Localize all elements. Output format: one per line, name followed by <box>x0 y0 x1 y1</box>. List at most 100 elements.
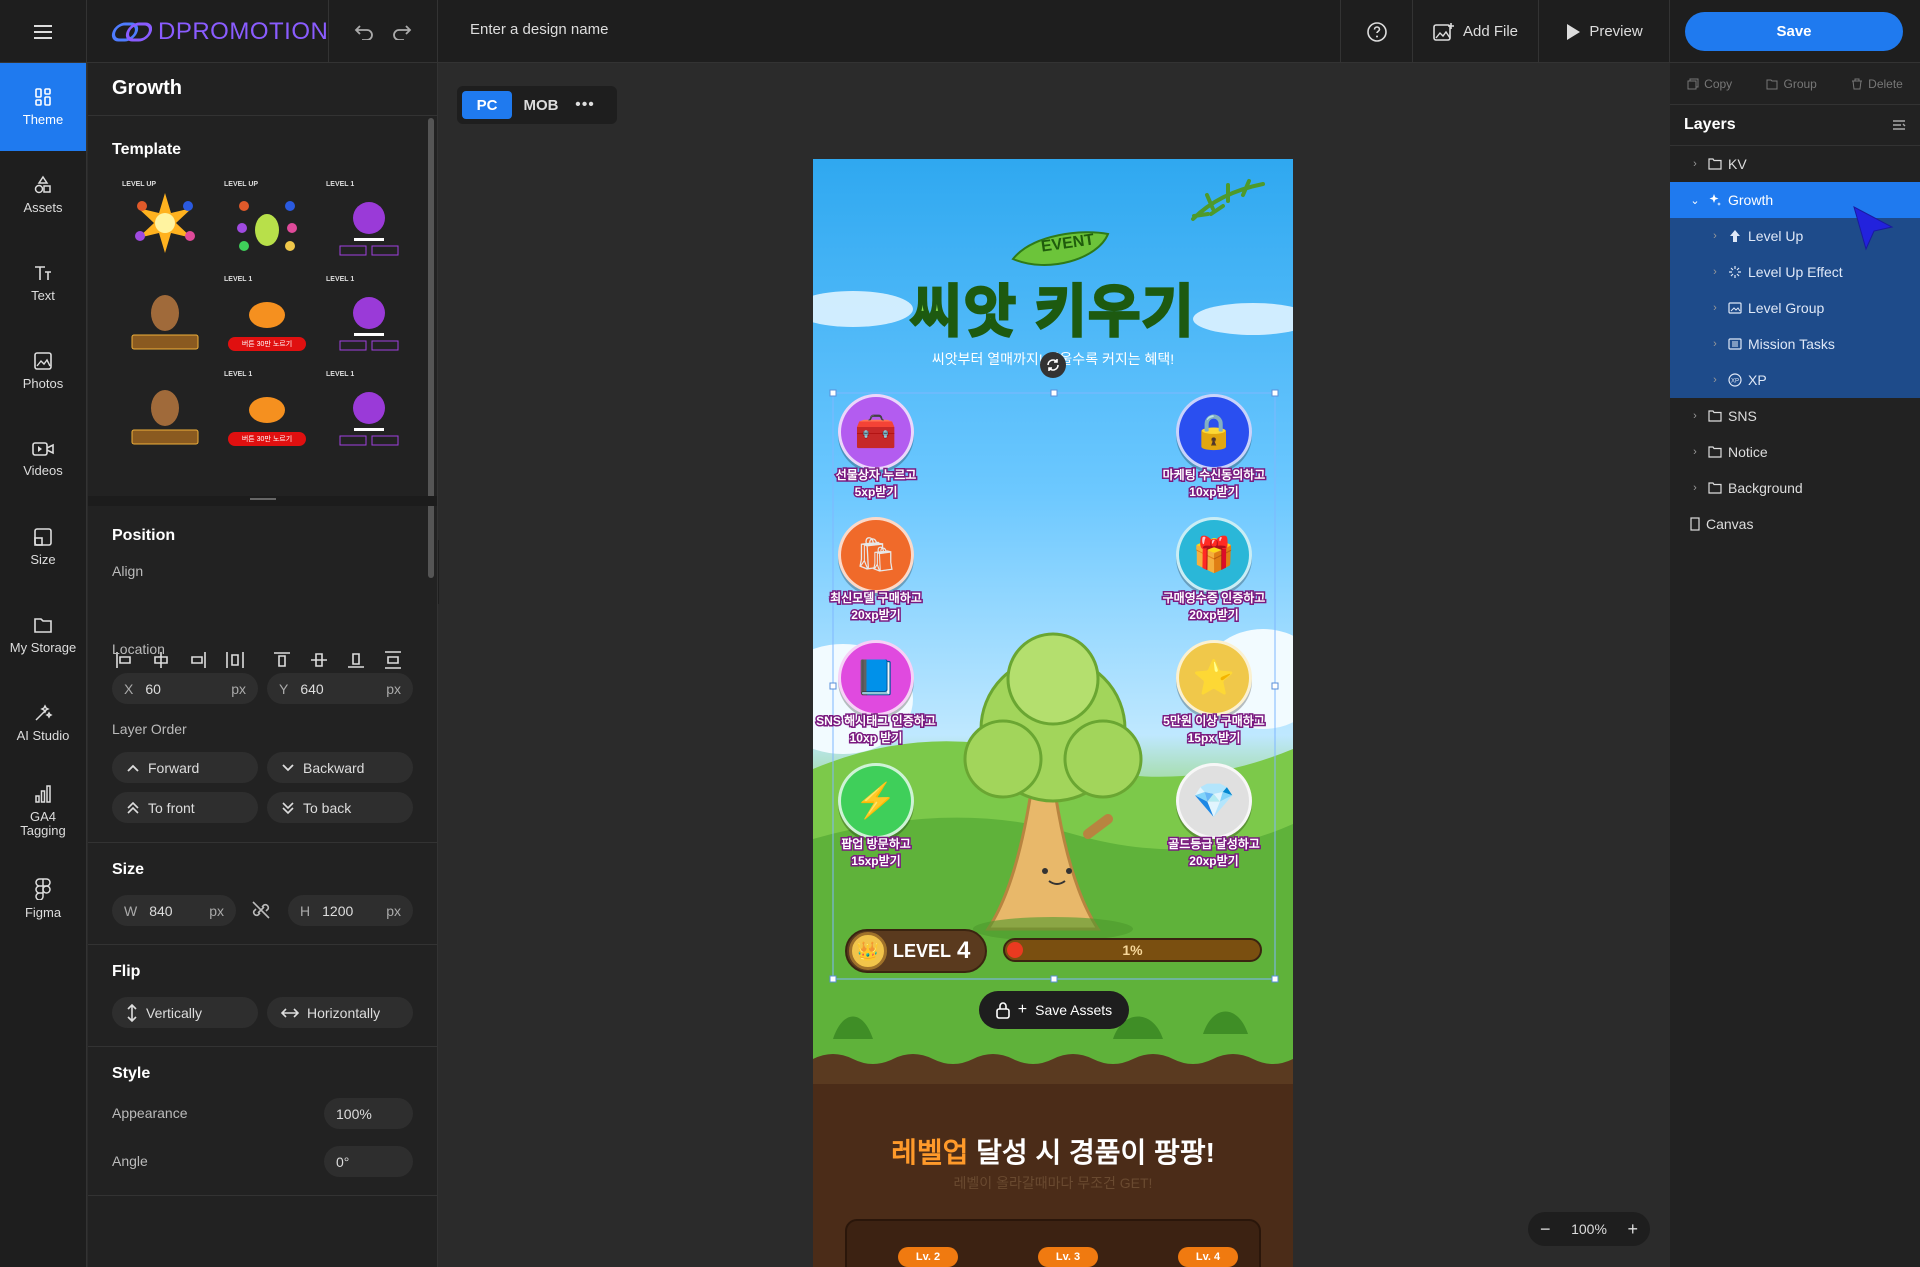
template-tile[interactable]: 버튼 30만 노르기 LEVEL 1 <box>220 270 314 365</box>
mission-item[interactable]: ⭐ 5만원 이상 구매하고 15px 받기 <box>1149 640 1279 747</box>
mission-item[interactable]: 🔒 마케팅 수신동의하고 10xp받기 <box>1149 394 1279 501</box>
forward-button[interactable]: Forward <box>112 752 258 783</box>
plus-icon: + <box>1017 1001 1028 1018</box>
template-tile[interactable]: LEVEL 1 <box>322 175 416 270</box>
mission-item[interactable]: 🛍 최신모델 구매하고 20xp받기 <box>813 517 941 624</box>
level-tab[interactable]: Lv. 3 <box>1038 1247 1098 1267</box>
mission-item[interactable]: 📘 SNS 해시태그 인증하고 10xp 받기 <box>813 640 941 747</box>
distribute-h-icon[interactable] <box>223 648 247 672</box>
align-bottom-icon[interactable] <box>344 648 368 672</box>
layer-item-mission-tasks[interactable]: › Mission Tasks <box>1670 326 1920 362</box>
layer-options-icon[interactable] <box>1892 119 1906 131</box>
nav-item-my-storage[interactable]: My Storage <box>0 591 86 679</box>
template-tile[interactable] <box>118 365 212 460</box>
copy-button[interactable]: Copy <box>1687 77 1732 91</box>
template-tile[interactable]: 버튼 30만 노르기 LEVEL 1 <box>220 365 314 460</box>
template-tile[interactable]: LEVEL 1 <box>322 270 416 365</box>
template-tile[interactable]: LEVEL UP <box>118 175 212 270</box>
pc-tab[interactable]: PC <box>462 91 512 119</box>
distribute-v-icon[interactable] <box>381 648 405 672</box>
rotate-handle[interactable] <box>1040 352 1066 378</box>
nav-item-text[interactable]: Text <box>0 239 86 327</box>
chevron-right-icon[interactable]: › <box>1708 266 1722 278</box>
nav-item-ai-studio[interactable]: AI Studio <box>0 679 86 767</box>
nav-item-ga4-tagging[interactable]: GA4 Tagging <box>0 767 86 855</box>
layer-item-level-up-effect[interactable]: › Level Up Effect <box>1670 254 1920 290</box>
appearance-label: Appearance <box>112 1105 188 1121</box>
layer-item-level-group[interactable]: › Level Group <box>1670 290 1920 326</box>
align-center-v-icon[interactable] <box>307 648 331 672</box>
mob-tab[interactable]: MOB <box>518 91 564 119</box>
help-button[interactable] <box>1340 0 1412 63</box>
chevron-right-icon[interactable]: › <box>1708 338 1722 350</box>
mission-item[interactable]: 💎 골드등급 달성하고 20xp받기 <box>1149 763 1279 870</box>
chevron-right-icon[interactable]: › <box>1708 230 1722 242</box>
layer-item-background[interactable]: › Background <box>1670 470 1920 506</box>
save-assets-button[interactable]: + Save Assets <box>979 991 1129 1029</box>
preview-button[interactable]: Preview <box>1538 0 1670 63</box>
design-name-input[interactable]: Enter a design name <box>470 21 608 38</box>
chevron-right-icon[interactable]: › <box>1708 374 1722 386</box>
layer-label: Growth <box>1728 192 1774 208</box>
nav-item-theme[interactable]: Theme <box>0 63 86 151</box>
y-field[interactable]: Y 640 px <box>267 673 413 704</box>
mission-item[interactable]: 🎁 구매영수증 인증하고 20xp받기 <box>1149 517 1279 624</box>
group-label: Group <box>1783 76 1817 91</box>
to-front-button[interactable]: To front <box>112 792 258 823</box>
save-button[interactable]: Save <box>1685 12 1903 51</box>
backward-button[interactable]: Backward <box>267 752 413 783</box>
canvas-icon <box>1690 517 1700 531</box>
aspect-lock-button[interactable] <box>250 899 272 921</box>
mission-item[interactable]: ⚡ 팝업 방문하고 15xp받기 <box>813 763 941 870</box>
appearance-field[interactable]: 100% <box>324 1098 413 1129</box>
chevron-down-icon[interactable]: ⌄ <box>1688 194 1702 207</box>
layer-item-sns[interactable]: › SNS <box>1670 398 1920 434</box>
nav-item-photos[interactable]: Photos <box>0 327 86 415</box>
width-field[interactable]: W 840 px <box>112 895 236 926</box>
template-tile[interactable]: LEVEL UP <box>220 175 314 270</box>
template-tile-label: LEVEL 1 <box>224 371 253 378</box>
zoom-in-icon[interactable]: + <box>1627 1219 1638 1240</box>
app-logo[interactable]: DPROMOTION <box>110 0 328 63</box>
template-tile[interactable]: LEVEL 1 <box>322 365 416 460</box>
flip-vertical-button[interactable]: Vertically <box>112 997 258 1028</box>
align-top-icon[interactable] <box>270 648 294 672</box>
mission-icon: 📘 <box>838 640 914 716</box>
group-button[interactable]: Group <box>1766 76 1817 91</box>
redo-icon[interactable] <box>392 24 412 40</box>
undo-icon[interactable] <box>354 24 374 40</box>
nav-item-assets[interactable]: Assets <box>0 151 86 239</box>
nav-item-videos[interactable]: Videos <box>0 415 86 503</box>
artboard-title: 씨앗 키우기 <box>909 279 1196 345</box>
chevron-right-icon[interactable]: › <box>1688 446 1702 458</box>
chevron-right-icon[interactable]: › <box>1708 302 1722 314</box>
chevron-right-icon[interactable]: › <box>1688 482 1702 494</box>
artboard[interactable]: EVENT 씨앗 키우기 씨앗부터 열매까지! 키울수록 커지는 혜택! 🧰 선물… <box>813 159 1293 1267</box>
nav-item-figma[interactable]: Figma <box>0 855 86 943</box>
zoom-value: 100% <box>1571 1221 1607 1237</box>
flip-horizontal-button[interactable]: Horizontally <box>267 997 413 1028</box>
menu-button[interactable] <box>0 0 87 63</box>
chevron-right-icon[interactable]: › <box>1688 410 1702 422</box>
panel-scrollbar[interactable] <box>428 118 434 578</box>
delete-button[interactable]: Delete <box>1851 77 1903 91</box>
more-options-icon[interactable]: ••• <box>570 96 600 114</box>
align-right-icon[interactable] <box>186 648 210 672</box>
height-field[interactable]: H 1200 px <box>288 895 413 926</box>
layer-item-xp[interactable]: › XP XP <box>1670 362 1920 398</box>
template-tile[interactable] <box>118 270 212 365</box>
angle-field[interactable]: 0° <box>324 1146 413 1177</box>
layer-item-kv[interactable]: › KV <box>1670 146 1920 182</box>
add-file-button[interactable]: Add File <box>1412 0 1538 63</box>
zoom-out-icon[interactable]: − <box>1540 1219 1551 1240</box>
to-back-button[interactable]: To back <box>267 792 413 823</box>
level-tab[interactable]: Lv. 2 <box>898 1247 958 1267</box>
x-field[interactable]: X 60 px <box>112 673 258 704</box>
layer-item-canvas[interactable]: Canvas <box>1670 506 1920 542</box>
layer-item-notice[interactable]: › Notice <box>1670 434 1920 470</box>
template-resize-handle[interactable] <box>88 496 437 506</box>
chevron-right-icon[interactable]: › <box>1688 158 1702 170</box>
nav-item-size[interactable]: Size <box>0 503 86 591</box>
level-tab[interactable]: Lv. 4 <box>1178 1247 1238 1267</box>
mission-item[interactable]: 🧰 선물상자 누르고 5xp받기 <box>813 394 941 501</box>
